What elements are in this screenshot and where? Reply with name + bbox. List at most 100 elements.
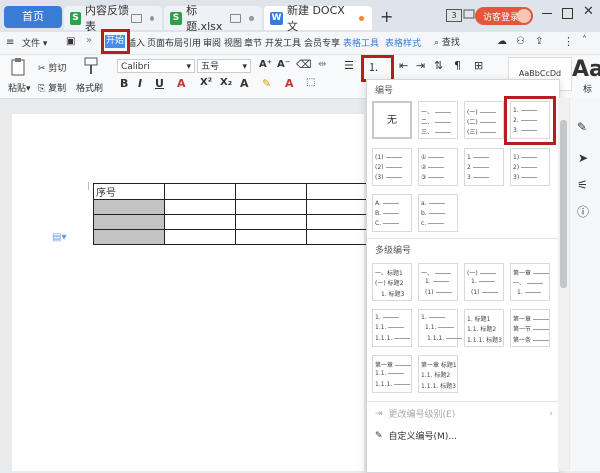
text-color-button[interactable]: A [285,77,294,90]
multilevel-option[interactable]: 1. 标题1 1.1. 标题2 1.1.1. 标题3 [464,309,504,347]
table-cell[interactable] [164,229,236,245]
numbering-option[interactable]: (1) (2) (3) [372,148,412,186]
tab-home[interactable]: 首页 [4,6,62,28]
monitor-icon[interactable] [131,13,142,23]
style-gallery-item-large[interactable]: Aa [572,57,600,83]
numbering-option[interactable]: ① ② ③ [418,148,458,186]
decrease-indent-icon[interactable]: ⇤ [399,59,408,72]
table-cell[interactable] [235,229,307,245]
bold-button[interactable]: B [120,77,128,90]
multilevel-option[interactable]: 一、标题1 (一) 标题2 1. 标题3 [372,263,412,301]
minimize-icon[interactable] [542,13,552,14]
monitor-icon[interactable] [230,13,242,23]
maximize-icon[interactable] [562,8,573,19]
multilevel-option[interactable]: 第一章 1.1. 1.1.1. [372,355,412,393]
sort-icon[interactable]: ⇅ [434,59,443,72]
paste-button[interactable]: 粘贴▾ [8,81,31,94]
shrink-font-icon[interactable]: A⁻ [277,59,290,70]
close-icon[interactable]: ✕ [583,4,594,19]
multilevel-option[interactable]: 1. 1.1. 1.1.1. [372,309,412,347]
table-cell[interactable] [235,199,307,215]
user-icon[interactable]: ⚇ [516,36,525,47]
multilevel-option[interactable]: 第一章 一、 1. [510,263,550,301]
increase-indent-icon[interactable]: ⇥ [416,59,425,72]
document-page[interactable] [12,114,364,471]
scrollbar-thumb[interactable] [560,120,567,288]
edit-icon[interactable]: ✎ [577,120,587,134]
highlight-icon[interactable]: ✎ [262,77,271,90]
numbering-option[interactable]: 1) 2) 3) [510,148,550,186]
menu-view[interactable]: 视图 [224,36,242,49]
multilevel-option[interactable]: (一) 1. (1) [464,263,504,301]
more-icon[interactable]: » [86,35,92,46]
login-button[interactable]: 访客登录 [475,7,533,25]
char-spacing-icon[interactable]: ⇹ [318,59,326,70]
table-cell[interactable] [164,214,236,230]
superscript-button[interactable]: X² [200,77,212,88]
grow-font-icon[interactable]: A⁺ [259,59,272,70]
multilevel-option[interactable]: 第一章 第一节 第一条 [510,309,550,347]
tab-document[interactable]: S 内容反馈表 [64,4,162,33]
chevron-up-icon[interactable]: ˄ [582,35,587,46]
table-cell-selected[interactable] [93,214,165,230]
window-count[interactable]: 3 [446,9,462,22]
table-cell[interactable] [235,183,307,200]
menu-developer[interactable]: 开发工具 [265,36,301,49]
copy-button[interactable]: ⎘ 复制 [38,81,66,94]
multilevel-option[interactable]: 一、 1. (1) [418,263,458,301]
numbering-option-none[interactable]: 无 [372,101,412,139]
underline-button[interactable]: U [155,77,164,90]
italic-button[interactable]: I [138,77,142,90]
table-cell[interactable]: 序号 [93,183,165,200]
search-button[interactable]: ⌕ 查找 [434,35,460,48]
change-level-item[interactable]: ⇥ 更改编号级别(E) › [375,407,553,421]
font-name-select[interactable]: Calibri ▾ [117,59,195,73]
char-border-button[interactable]: A [240,77,249,90]
cursor-icon[interactable]: ➤ [578,151,588,165]
help-icon[interactable]: ⓘ [577,203,589,220]
custom-numbering-item[interactable]: ✎ 自定义编号(M)... [375,429,457,443]
font-color-button[interactable]: A [177,77,186,90]
table-cell-selected[interactable] [93,229,165,245]
menu-table-style[interactable]: 表格样式 [385,36,421,49]
subscript-button[interactable]: X₂ [220,77,232,88]
menu-review[interactable]: 审阅 [203,36,221,49]
hamburger-icon[interactable]: ≡ [6,37,14,48]
tab-document-active[interactable]: W 新建 DOCX 文 [264,4,372,33]
new-tab-button[interactable]: + [380,7,393,26]
table-cell[interactable] [164,183,236,200]
menu-member[interactable]: 会员专享 [304,36,340,49]
cut-button[interactable]: ✂ 剪切 [38,61,66,74]
paste-icon[interactable] [9,58,29,76]
clear-format-icon[interactable]: ⌫ [296,58,312,71]
numbering-option[interactable]: a. b. c. [418,194,458,232]
tab-document[interactable]: S 标题.xlsx [164,4,262,33]
multilevel-option[interactable]: 1. 1.1. 1.1.1. [418,309,463,347]
multilevel-option[interactable]: 第一章 标题1 1.1. 标题2 1.1.1. 标题3 [418,355,458,393]
numbering-option[interactable]: (一) (二) (三) [464,101,504,139]
table-cell[interactable] [164,199,236,215]
font-size-select[interactable]: 五号 ▾ [197,59,251,73]
shading-icon[interactable]: ⬚ [306,77,315,88]
menu-chapter[interactable]: 章节 [244,36,262,49]
cloud-icon[interactable]: ☁ [497,36,507,47]
paragraph-handle-icon[interactable]: ▤▾ [52,232,66,243]
numbering-option[interactable]: A. B. C. [372,194,412,232]
window-list-icon[interactable] [463,8,475,20]
save-icon[interactable]: ▣ [66,36,75,47]
show-marks-icon[interactable]: ¶ [454,59,461,72]
vertical-scrollbar[interactable] [558,98,569,471]
table-border-icon[interactable]: ⊞ [474,59,483,72]
bullet-list-icon[interactable]: ☰ [344,59,354,72]
more-vertical-icon[interactable]: ⋮ [563,35,574,48]
table-cell-selected[interactable] [93,199,165,215]
numbering-option[interactable]: 1 2 3 [464,148,504,186]
menu-file[interactable]: 文件 ▾ [22,36,47,49]
menu-table-tools[interactable]: 表格工具 [343,36,379,49]
format-painter-icon[interactable] [84,57,98,75]
numbering-option[interactable]: 一、 二、 三、 [418,101,458,139]
share-icon[interactable]: ⇪ [535,36,543,47]
menu-page-layout[interactable]: 页面布局 [147,36,183,49]
format-painter-button[interactable]: 格式刷 [76,81,103,94]
table-cell[interactable] [235,214,307,230]
